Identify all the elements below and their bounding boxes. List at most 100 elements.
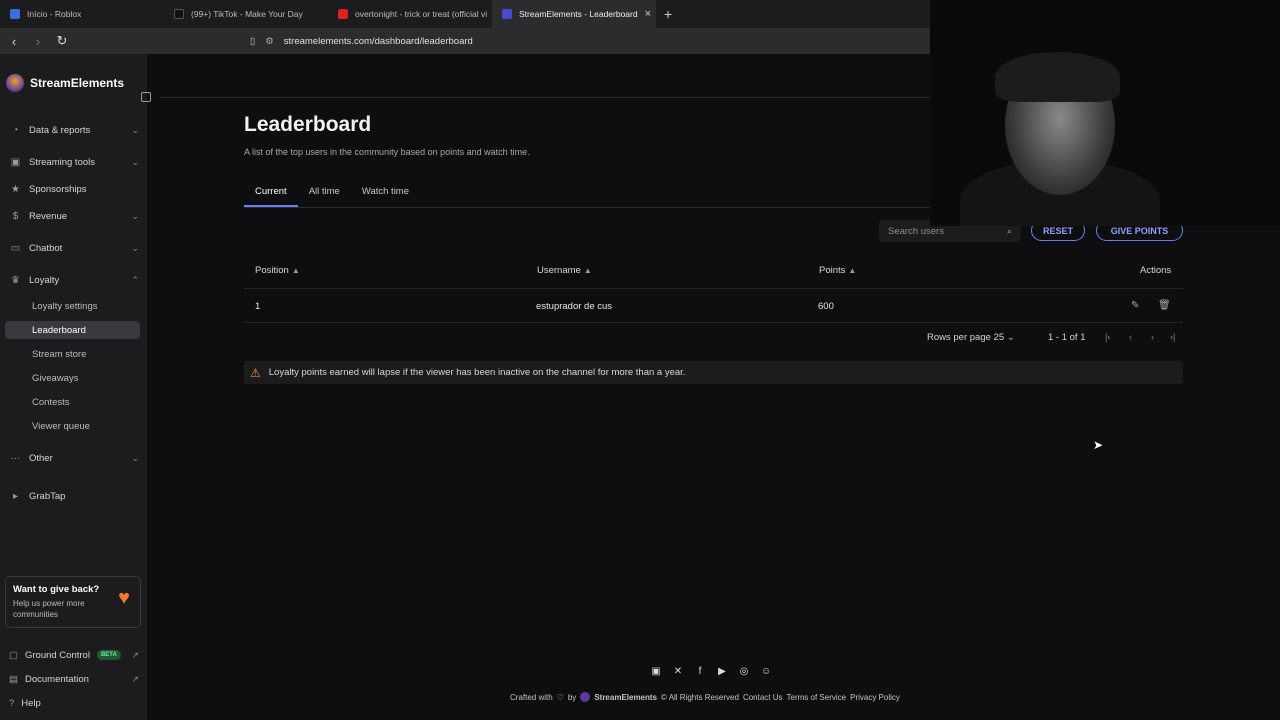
rows-per-page[interactable]: Rows per page 25 ⌄ [927, 332, 1015, 343]
terms-link[interactable]: Terms of Service [787, 693, 847, 702]
sidebar-item-loyalty[interactable]: ♛ Loyalty ⌃ [9, 270, 139, 290]
sort-up-icon: ▲ [291, 266, 300, 275]
chevron-down-icon: ⌄ [131, 242, 139, 253]
tab-all-time[interactable]: All time [298, 180, 351, 207]
sidebar-item-label: Sponsorships [29, 183, 87, 195]
browser-tab-youtube[interactable]: overtonight - trick or treat (official v… [328, 0, 492, 28]
more-dots-icon: ··· [10, 452, 21, 464]
cell-points: 600 [818, 301, 834, 312]
reload-icon[interactable]: ↻ [52, 33, 72, 49]
next-page-icon[interactable]: › [1151, 332, 1154, 342]
previous-page-icon[interactable]: ‹ [1129, 332, 1132, 342]
brand-name: StreamElements [30, 76, 125, 90]
tab-title: (99+) TikTok - Make Your Day [191, 9, 303, 19]
tab-watch-time[interactable]: Watch time [351, 180, 420, 207]
youtube-icon[interactable]: ▶ [716, 666, 728, 678]
sidebar-item-grabtap[interactable]: ▸ GrabTap [9, 486, 139, 506]
webcam-person-cap [995, 52, 1120, 102]
last-page-icon[interactable]: ›| [1170, 332, 1175, 342]
cell-username: estuprador de cus [536, 301, 613, 312]
close-tab-icon[interactable]: × [645, 8, 651, 20]
trash-icon[interactable]: 🗑 [1158, 300, 1171, 311]
sidebar-item-other[interactable]: ··· Other ⌄ [9, 448, 140, 468]
sidebar-item-label: Streaming tools [29, 156, 96, 168]
column-header-position[interactable]: Position ▲ [255, 265, 300, 276]
help-label: Help [21, 697, 41, 709]
url-text[interactable]: streamelements.com/dashboard/leaderboard [284, 36, 473, 47]
help-icon: ? [9, 697, 15, 709]
browser-tab-streamelements[interactable]: StreamElements - Leaderboard × [492, 0, 656, 28]
tools-icon: ▣ [10, 156, 21, 168]
footer-brand: StreamElements [594, 692, 658, 702]
social-links: ▣ ✕ f ▶ ◎ ☺ [650, 666, 772, 678]
document-icon: ▤ [9, 673, 18, 685]
sidebar-item-giveaways[interactable]: Giveaways [5, 369, 140, 387]
sidebar-item-revenue[interactable]: $ Revenue ⌄ [9, 206, 139, 226]
sidebar-item-leaderboard[interactable]: Leaderboard [5, 321, 140, 339]
forward-icon[interactable]: › [28, 34, 48, 49]
streamelements-logo-icon [580, 692, 591, 702]
promo-title: Want to give back? [13, 584, 100, 595]
table-divider [244, 288, 1183, 289]
browser-tab-tiktok[interactable]: (99+) TikTok - Make Your Day [164, 0, 328, 28]
privacy-link[interactable]: Privacy Policy [850, 693, 900, 702]
chart-icon: ◔ [12, 124, 19, 136]
documentation-label: Documentation [24, 673, 89, 685]
first-page-icon[interactable]: |‹ [1105, 332, 1110, 342]
search-placeholder: Search users [888, 225, 944, 237]
search-icon: ⌕ [1006, 225, 1012, 236]
url-field[interactable]: ▯ ⚙ streamelements.com/dashboard/leaderb… [250, 28, 473, 54]
new-tab-button[interactable]: + [656, 6, 680, 22]
contact-link[interactable]: Contact Us [743, 693, 783, 702]
trophy-icon: ♛ [11, 274, 20, 286]
instagram-icon[interactable]: ◎ [738, 666, 750, 678]
sidebar-item-label: GrabTap [29, 490, 66, 502]
chevron-down-icon: ⌄ [1006, 332, 1015, 343]
column-label: Username [537, 265, 581, 276]
documentation-link[interactable]: ▤ Documentation ↗ [9, 670, 139, 688]
x-icon[interactable]: ✕ [672, 666, 684, 678]
roblox-favicon-icon [10, 9, 20, 19]
sidebar-item-loyalty-settings[interactable]: Loyalty settings [5, 297, 140, 315]
back-icon[interactable]: ‹ [4, 34, 24, 49]
streamelements-logo-icon [6, 74, 24, 92]
facebook-icon[interactable]: f [694, 666, 706, 678]
tab-current[interactable]: Current [244, 180, 298, 207]
sidebar-item-viewer-queue[interactable]: Viewer queue [5, 417, 140, 435]
streamelements-favicon-icon [502, 9, 512, 19]
sidebar-item-sponsorships[interactable]: ★ Sponsorships [9, 179, 139, 199]
give-back-card[interactable]: Want to give back? Help us power more co… [5, 576, 141, 628]
brand-logo[interactable]: StreamElements [6, 74, 124, 92]
sort-up-icon: ▲ [583, 266, 592, 275]
chevron-down-icon: ⌄ [131, 156, 139, 167]
sidebar-item-label: Data & reports [29, 124, 91, 136]
rows-per-page-label: Rows per page [927, 332, 991, 343]
ground-control-link[interactable]: ▢ Ground Control BETA ↗ [9, 646, 139, 664]
chevron-up-icon: ⌃ [131, 274, 139, 285]
help-link[interactable]: ? Help [9, 694, 139, 712]
chevron-down-icon: ⌄ [131, 124, 139, 135]
ground-control-label: Ground Control [24, 649, 90, 661]
chevron-down-icon: ⌄ [131, 210, 139, 221]
promo-text: Help us power more communities [13, 599, 85, 619]
collapse-sidebar-icon[interactable] [141, 92, 151, 102]
bookmark-icon[interactable]: ▯ [250, 36, 255, 47]
column-header-username[interactable]: Username ▲ [537, 265, 592, 276]
sidebar-item-data-reports[interactable]: ◔ Data & reports ⌄ [9, 120, 139, 140]
sidebar-item-contests[interactable]: Contests [5, 393, 140, 411]
by-text: by [567, 692, 577, 702]
edit-icon[interactable]: ✎ [1131, 300, 1139, 311]
sidebar-item-chatbot[interactable]: ▭ Chatbot ⌄ [9, 238, 139, 258]
loyalty-notice: ⚠ Loyalty points earned will lapse if th… [244, 361, 1183, 384]
heart-icon: ♥ [118, 587, 130, 609]
site-info-icon[interactable]: ⚙ [265, 36, 274, 47]
heart-outline-icon: ♡ [556, 692, 564, 702]
twitch-icon[interactable]: ▣ [650, 666, 662, 678]
sidebar-item-stream-store[interactable]: Stream store [5, 345, 140, 363]
column-header-points[interactable]: Points ▲ [819, 265, 856, 276]
sidebar-item-streaming-tools[interactable]: ▣ Streaming tools ⌄ [9, 152, 139, 172]
page-subtitle: A list of the top users in the community… [244, 147, 530, 157]
discord-icon[interactable]: ☺ [760, 666, 772, 678]
pagination-range: 1 - 1 of 1 [1048, 332, 1086, 343]
browser-tab-roblox[interactable]: Início - Roblox [0, 0, 164, 28]
